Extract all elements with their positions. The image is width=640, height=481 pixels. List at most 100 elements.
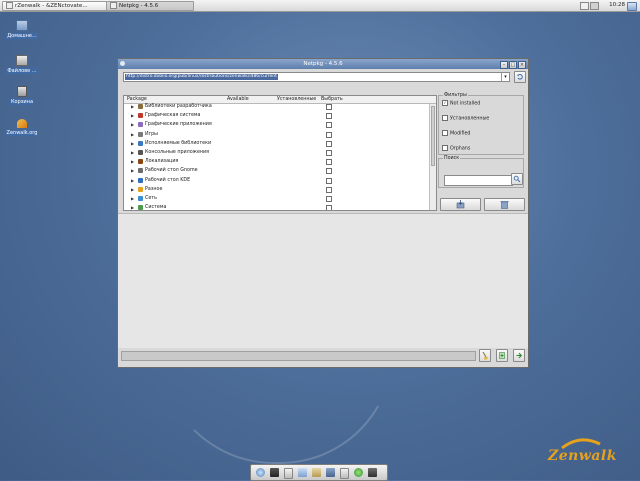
filter-not-installed[interactable]: ✓ Not installed	[442, 100, 480, 108]
minimize-icon[interactable]: –	[500, 61, 508, 69]
expander-icon[interactable]: ▶	[131, 194, 134, 203]
package-group-row[interactable]: ▶ Библиотеки разработчика	[124, 102, 424, 111]
expander-icon[interactable]: ▶	[131, 176, 134, 185]
select-checkbox[interactable]	[326, 186, 332, 193]
checkbox[interactable]: ✓	[442, 100, 448, 106]
package-list-scrollbar[interactable]	[429, 104, 436, 210]
package-group-name: Локализация	[145, 159, 179, 165]
select-checkbox[interactable]	[326, 159, 332, 166]
launcher-dock	[250, 464, 388, 481]
category-icon	[138, 196, 143, 201]
window-titlebar[interactable]: Netpkg - 4.5.6 – □ ×	[118, 59, 528, 69]
package-group-row[interactable]: ▶ Рабочий стол Gnome	[124, 166, 424, 175]
select-checkbox[interactable]	[326, 122, 332, 129]
remove-button[interactable]	[484, 198, 525, 211]
text-editor-icon[interactable]	[340, 468, 349, 479]
terminal-icon[interactable]	[326, 468, 335, 477]
expander-icon[interactable]: ▶	[131, 139, 134, 148]
category-icon	[138, 140, 143, 146]
apply-button[interactable]	[513, 349, 525, 362]
expander-icon[interactable]: ▶	[131, 157, 134, 166]
package-group-row[interactable]: ▶ Система	[124, 203, 424, 211]
network-tray-icon[interactable]	[627, 2, 637, 11]
select-checkbox[interactable]	[326, 131, 332, 138]
select-checkbox[interactable]	[326, 177, 332, 184]
search-button[interactable]	[511, 173, 523, 185]
package-group-name: Графическая система	[145, 113, 201, 119]
package-group-row[interactable]: ▶ Исполняемые библиотеки	[124, 139, 424, 148]
expander-icon[interactable]: ▶	[131, 120, 134, 129]
reload-button[interactable]	[514, 71, 526, 83]
image-viewer-icon[interactable]	[298, 468, 307, 477]
zenwalk-web-icon	[17, 119, 27, 128]
package-group-row[interactable]: ▶ Локализация	[124, 157, 424, 166]
expander-icon[interactable]: ▶	[131, 102, 134, 111]
filter-label: Not installed	[450, 101, 481, 107]
install-icon	[456, 200, 465, 209]
search-input[interactable]	[444, 175, 513, 186]
filter-installed[interactable]: Установленные	[442, 115, 489, 123]
category-icon	[138, 113, 143, 119]
package-group-row[interactable]: ▶ Графическая система	[124, 111, 424, 120]
checkbox[interactable]	[442, 145, 448, 151]
scrollbar-thumb[interactable]	[431, 106, 435, 166]
select-checkbox[interactable]	[326, 168, 332, 175]
workspace-1-button[interactable]	[580, 2, 589, 10]
package-group-row[interactable]: ▶ Графические приложения	[124, 120, 424, 129]
category-icon	[138, 205, 143, 210]
expander-icon[interactable]: ▶	[131, 148, 134, 157]
select-checkbox[interactable]	[326, 205, 332, 210]
checkbox[interactable]	[442, 115, 448, 121]
media-player-icon[interactable]	[270, 468, 279, 477]
package-group-row[interactable]: ▶ Сеть	[124, 194, 424, 203]
desktop-icon-filesystem[interactable]: Файлове ...	[5, 55, 39, 74]
desktop-icon-home[interactable]: Домашне...	[5, 20, 39, 39]
netpkg-window: Netpkg - 4.5.6 – □ × http://distro.ibibl…	[117, 58, 529, 368]
update-icon[interactable]	[354, 468, 363, 477]
expander-icon[interactable]: ▶	[131, 166, 134, 175]
select-checkbox[interactable]	[326, 196, 332, 202]
package-group-row[interactable]: ▶ Разное	[124, 185, 424, 194]
expander-icon[interactable]: ▶	[131, 111, 134, 120]
package-group-row[interactable]: ▶ Игры	[124, 130, 424, 139]
workspace-2-button[interactable]	[590, 2, 599, 10]
package-group-name: Система	[145, 205, 167, 211]
mirror-url-combo[interactable]: http://distro.ibiblio.org/pub/linux/dist…	[123, 72, 510, 82]
task-button-netpkg[interactable]: Netpkg - 4.5.6	[106, 1, 194, 11]
desktop-icon-label: Файлове ...	[6, 68, 38, 74]
settings-icon[interactable]	[368, 468, 377, 477]
desktop-icon-trash[interactable]: Корзина	[5, 86, 39, 105]
expander-icon[interactable]: ▶	[131, 130, 134, 139]
progress-bar	[121, 351, 476, 361]
clean-button[interactable]	[479, 349, 491, 362]
package-group-row[interactable]: ▶ Консольные приложения	[124, 148, 424, 157]
checkbox[interactable]	[442, 130, 448, 136]
task-button-terminal[interactable]: rZenwalk - &ZENctovate...	[2, 1, 110, 11]
package-group-name: Разное	[145, 186, 163, 192]
task-label: Netpkg - 4.5.6	[119, 3, 159, 9]
select-checkbox[interactable]	[326, 113, 332, 120]
package-group-row[interactable]: ▶ Рабочий стол KDE	[124, 176, 424, 185]
select-checkbox[interactable]	[326, 104, 332, 110]
logo-text: Zenwalk	[548, 448, 617, 464]
desktop-icon-zenwalk[interactable]: Zenwalk.org	[5, 119, 39, 136]
install-button[interactable]	[440, 198, 481, 211]
trash-icon	[17, 86, 27, 97]
filter-modified[interactable]: Modified	[442, 130, 470, 138]
file-manager-icon[interactable]	[312, 468, 321, 477]
package-group-name: Рабочий стол Gnome	[145, 168, 198, 174]
select-checkbox[interactable]	[326, 150, 332, 156]
select-checkbox[interactable]	[326, 140, 332, 147]
log-area	[118, 213, 528, 348]
chevron-down-icon[interactable]: ▾	[501, 73, 509, 81]
maximize-icon[interactable]: □	[509, 61, 517, 69]
package-group-name: Библиотеки разработчика	[145, 104, 212, 109]
mail-icon[interactable]	[284, 468, 293, 479]
filter-orphans[interactable]: Orphans	[442, 145, 470, 153]
expander-icon[interactable]: ▶	[131, 185, 134, 194]
add-button[interactable]	[496, 349, 508, 362]
browser-icon[interactable]	[256, 468, 265, 477]
filter-label: Установленные	[450, 116, 490, 122]
close-icon[interactable]: ×	[518, 61, 526, 69]
expander-icon[interactable]: ▶	[131, 203, 134, 210]
